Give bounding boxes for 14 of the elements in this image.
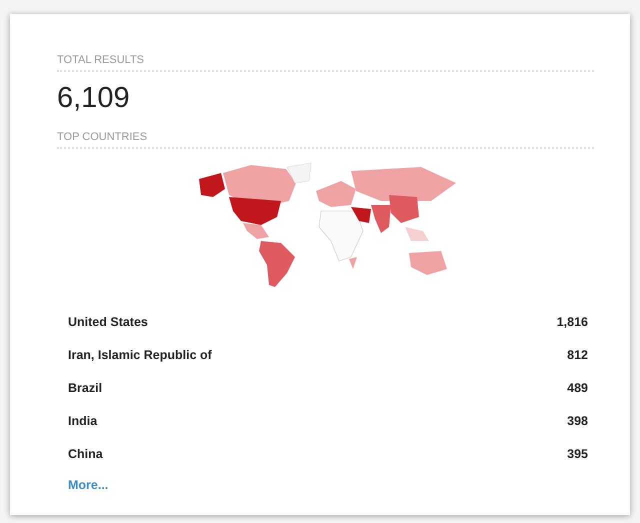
country-name: United States <box>68 314 148 328</box>
total-count: 6,109 <box>57 82 131 115</box>
country-name: Iran, Islamic Republic of <box>68 348 212 362</box>
country-count: 398 <box>567 414 588 428</box>
more-link[interactable]: More... <box>68 478 108 492</box>
country-name: India <box>68 414 98 428</box>
section-heading: TOP COUNTRIES <box>57 131 594 149</box>
country-name: China <box>68 446 103 460</box>
country-count: 395 <box>567 446 588 460</box>
country-count: 1,816 <box>556 314 588 328</box>
country-count: 489 <box>567 380 588 394</box>
country-name: Brazil <box>68 380 102 394</box>
section-heading: TOTAL RESULTS <box>57 54 594 72</box>
country-count: 812 <box>567 348 588 362</box>
